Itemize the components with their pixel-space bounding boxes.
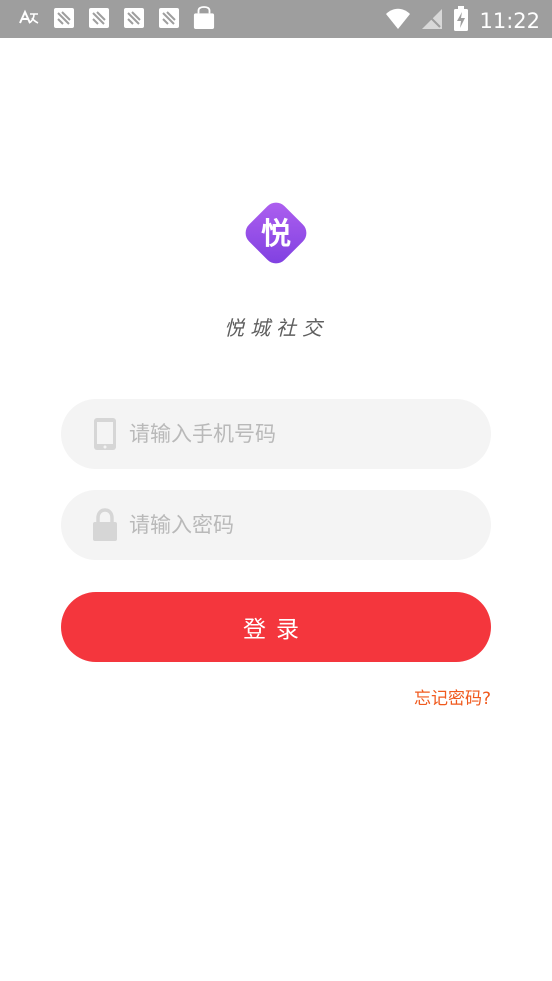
app-notification-icon (123, 7, 145, 29)
phone-icon (91, 416, 119, 452)
password-field[interactable] (61, 490, 491, 560)
notification-icons (18, 6, 215, 29)
translate-icon (18, 7, 40, 29)
shopping-bag-icon (193, 6, 215, 29)
system-status: 11:22 (385, 6, 540, 36)
app-logo: 悦 (237, 194, 315, 272)
app-notification-icon (53, 7, 75, 29)
battery-charging-icon (453, 6, 469, 36)
wifi-icon (385, 8, 411, 34)
login-button[interactable]: 登录 (61, 592, 491, 662)
app-notification-icon (88, 7, 110, 29)
logo-char: 悦 (261, 217, 291, 252)
status-time: 11:22 (479, 9, 540, 33)
password-input[interactable] (129, 490, 459, 560)
phone-input[interactable] (129, 399, 459, 469)
no-signal-icon (421, 8, 443, 34)
phone-field[interactable] (61, 399, 491, 469)
status-bar: 11:22 (0, 0, 552, 38)
forgot-password-link[interactable]: 忘记密码? (414, 684, 491, 709)
lock-icon (91, 507, 119, 543)
app-notification-icon (158, 7, 180, 29)
app-name: 悦城社交 (224, 316, 328, 340)
